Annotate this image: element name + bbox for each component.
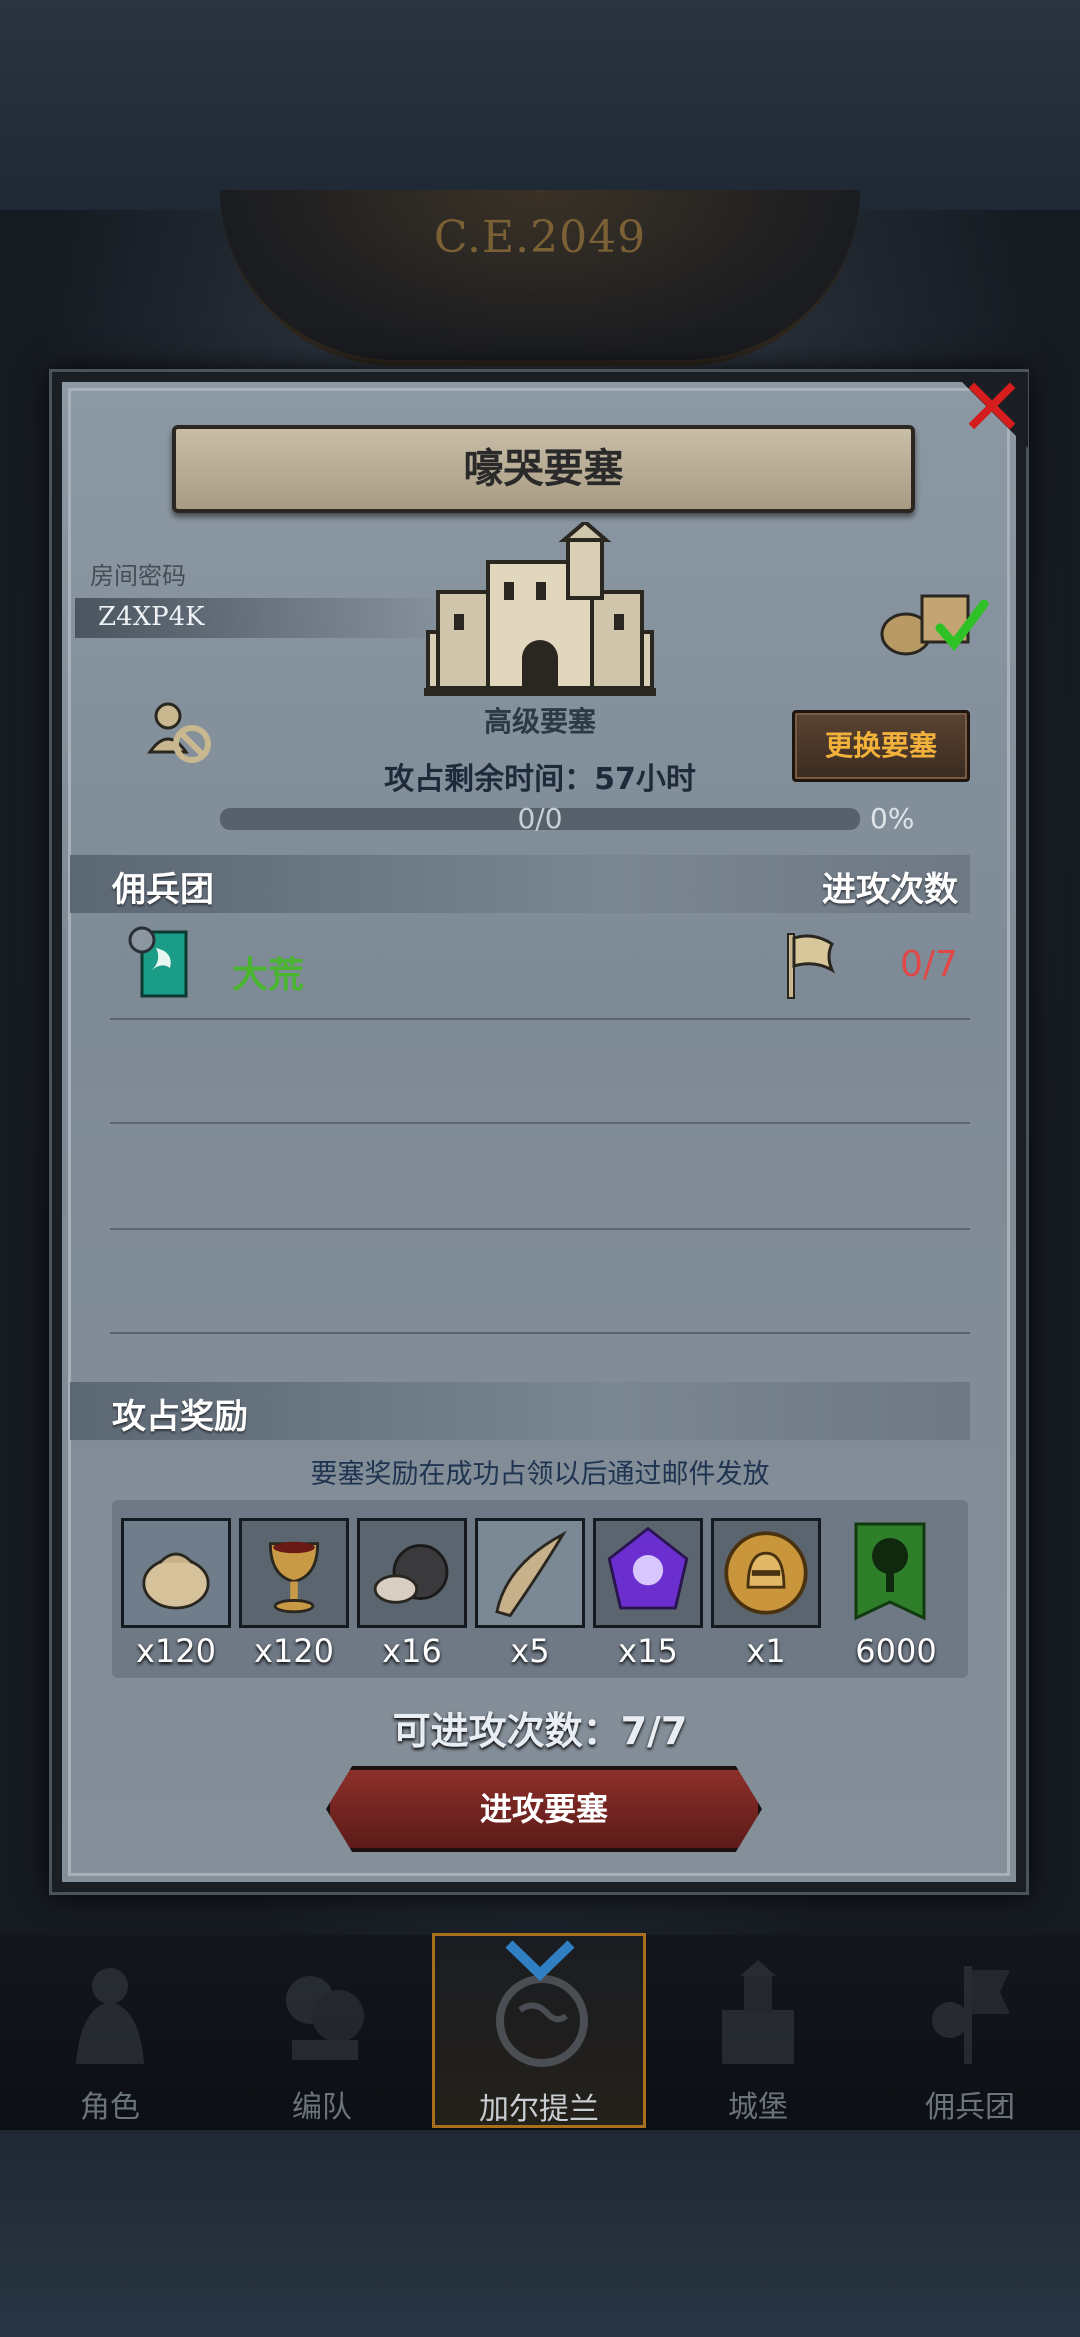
nav-label: 角色 (80, 2090, 140, 2125)
reward-qty: x16 (382, 1632, 442, 1670)
progress-percent: 0% (870, 802, 915, 835)
ore-icon[interactable] (357, 1518, 467, 1628)
row-divider (110, 1332, 970, 1334)
gold-helmet-coin-icon[interactable] (711, 1518, 821, 1628)
nav-label: 城堡 (728, 2090, 788, 2125)
attack-fortress-label: 进攻要塞 (479, 1790, 608, 1828)
row-divider (110, 1122, 970, 1124)
attack-fortress-button[interactable]: 进攻要塞 (326, 1766, 762, 1852)
mercenary-attack-count: 0/7 (900, 944, 958, 985)
supplies-ready-icon[interactable] (878, 588, 998, 658)
nav-item-mercenaries[interactable]: 佣兵团 (870, 1950, 1070, 2130)
era-dial: C.E.2049 (220, 190, 860, 366)
capture-timer: 攻占剩余时间：57小时 (300, 754, 780, 798)
helmets-icon (286, 1976, 364, 2060)
change-fortress-button[interactable]: 更换要塞 (792, 710, 970, 782)
reward-qty: x120 (135, 1632, 216, 1670)
mercenary-section-title: 佣兵团 (112, 870, 214, 910)
era-label: C.E.2049 (433, 212, 647, 263)
room-code-label: 房间密码 (90, 562, 186, 590)
close-icon[interactable]: ✕ (956, 368, 1028, 448)
flag-icon (787, 933, 836, 999)
nav-label: 编队 (292, 2090, 352, 2125)
sack-icon[interactable] (121, 1518, 231, 1628)
nav-item-character[interactable]: 角色 (10, 1950, 210, 2130)
castle-tier-label: 高级要塞 (483, 705, 596, 738)
nav-item-castle[interactable]: 城堡 (658, 1950, 858, 2130)
reward-qty: x5 (510, 1632, 550, 1670)
castle-icon (424, 522, 656, 696)
purple-gem-icon[interactable] (593, 1518, 703, 1628)
dialog-title: 嚎哭要塞 (463, 446, 624, 492)
row-divider (110, 1018, 970, 1020)
knight-icon (76, 1968, 144, 2064)
reward-qty: x1 (746, 1632, 786, 1670)
no-entry-person-icon[interactable] (146, 700, 216, 764)
reward-qty: x15 (618, 1632, 678, 1670)
available-attacks: 可进攻次数：7/7 (392, 1709, 688, 1753)
nav-item-formation[interactable]: 编队 (222, 1950, 422, 2130)
nav-label: 佣兵团 (925, 2090, 1015, 2125)
guild-banner-icon (128, 926, 188, 998)
reward-section-title: 攻占奖励 (112, 1397, 248, 1437)
goblet-icon[interactable] (239, 1518, 349, 1628)
horn-icon[interactable] (475, 1518, 585, 1628)
room-code-value[interactable]: Z4XP4K (98, 602, 205, 632)
castle-nav-icon (722, 1960, 794, 2064)
timer-value: 57小时 (594, 762, 696, 797)
change-fortress-label: 更换要塞 (824, 729, 937, 762)
attack-count-header: 进攻次数 (822, 870, 958, 910)
title-banner: 嚎哭要塞 (172, 425, 915, 513)
row-divider (110, 1228, 970, 1230)
progress-count: 0/0 (517, 802, 563, 835)
tree-banner-icon[interactable] (850, 1518, 930, 1628)
top-backdrop (0, 0, 1080, 210)
reward-note: 要塞奖励在成功占领以后通过邮件发放 (310, 1459, 770, 1490)
mercenary-banner-icon (932, 1966, 1010, 2064)
timer-label: 攻占剩余时间： (384, 762, 595, 797)
reward-qty: x120 (253, 1632, 334, 1670)
bottom-backdrop (0, 2130, 1080, 2337)
reward-qty: 6000 (855, 1632, 937, 1670)
chevron-down-icon (505, 1940, 575, 1981)
mercenary-name[interactable]: 大荒 (232, 946, 304, 998)
nav-label: 加尔提兰 (479, 2092, 599, 2127)
